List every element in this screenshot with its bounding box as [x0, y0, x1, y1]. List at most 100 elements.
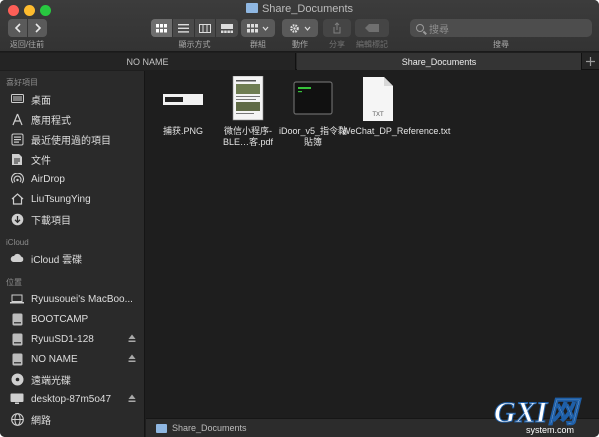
- gallery-icon: [221, 23, 234, 33]
- sidebar-item-ryuusd1[interactable]: RyuuSD1-128: [10, 330, 142, 348]
- locations-heading: 位置: [6, 278, 22, 287]
- sidebar-item-label: 網路: [31, 415, 51, 427]
- tab-bar: NO NAME Share_Documents: [0, 53, 599, 70]
- applications-icon: [10, 112, 24, 126]
- network-icon: [10, 412, 24, 426]
- chevron-right-icon: [34, 23, 41, 33]
- sidebar-item-desktop-87m5o47[interactable]: desktop-87m5o47: [10, 390, 142, 408]
- sidebar-item-airdrop[interactable]: AirDrop: [10, 170, 142, 188]
- sidebar-item-label: RyuuSD1-128: [31, 333, 94, 345]
- file-name: 微信小程序-BLE…客.pdf: [222, 126, 274, 147]
- sidebar-item-bootcamp[interactable]: BOOTCAMP: [10, 310, 142, 328]
- file-item[interactable]: 微信小程序-BLE…客.pdf: [212, 75, 284, 148]
- chevron-left-icon: [14, 23, 21, 33]
- home-icon: [10, 192, 24, 206]
- png-file-icon: [147, 76, 219, 122]
- file-item[interactable]: TXT WeChat_DP_Reference.txt: [342, 76, 451, 137]
- disk-icon: [10, 332, 24, 346]
- group-label: 群組: [250, 40, 266, 49]
- downloads-icon: [10, 212, 24, 226]
- gear-icon: [290, 23, 299, 33]
- terminal-file-icon: [277, 76, 349, 122]
- eject-icon[interactable]: [128, 334, 136, 343]
- sidebar-item-label: NO NAME: [31, 353, 78, 365]
- sidebar-item-downloads[interactable]: 下載項目: [10, 210, 142, 228]
- sidebar-item-label: Ryuusouei's MacBoo...: [31, 293, 133, 305]
- airdrop-icon: [10, 172, 24, 186]
- tags-label: 編輯標記: [356, 40, 388, 49]
- laptop-icon: [10, 292, 24, 306]
- chevron-down-icon: [262, 26, 269, 31]
- sidebar-item-documents[interactable]: 文件: [10, 150, 142, 168]
- sidebar-item-label: LiuTsungYing: [31, 193, 91, 205]
- chevron-down-icon: [304, 26, 311, 31]
- recents-icon: [10, 132, 24, 146]
- sidebar-item-no-name[interactable]: NO NAME: [10, 350, 142, 368]
- tab-share-documents[interactable]: Share_Documents: [297, 53, 581, 70]
- sidebar-item-desktop[interactable]: 桌面: [10, 90, 142, 108]
- sidebar-item-applications[interactable]: 應用程式: [10, 110, 142, 128]
- tab-no-name[interactable]: NO NAME: [0, 53, 296, 70]
- search-placeholder: 搜尋: [429, 24, 449, 36]
- file-item[interactable]: iDoor_v5_指令黏貼簿: [277, 76, 349, 148]
- sidebar-item-remote-disc[interactable]: 遠端光碟: [10, 370, 142, 388]
- sidebar-item-label: 下載項目: [31, 215, 71, 227]
- file-name: WeChat_DP_Reference.txt: [342, 126, 451, 136]
- plus-icon: [586, 57, 595, 66]
- share-label: 分享: [329, 40, 345, 49]
- sidebar-item-label: iCloud 雲碟: [31, 254, 83, 266]
- forward-button[interactable]: [28, 19, 47, 37]
- sidebar-item-label: 文件: [31, 155, 51, 167]
- sidebar-item-recents[interactable]: 最近使用過的項目: [10, 130, 142, 148]
- watermark-subtext: system.com: [526, 425, 574, 435]
- documents-icon: [10, 152, 24, 166]
- window-title: Share_Documents: [0, 3, 599, 15]
- sidebar-item-label: 遠端光碟: [31, 375, 71, 387]
- group-button[interactable]: [241, 19, 275, 37]
- icloud-heading: iCloud: [6, 238, 29, 247]
- folder-icon: [156, 423, 167, 433]
- watermark: GXI网 system.com: [488, 392, 598, 436]
- file-grid: 捕获.PNG 微信小程序-BLE…客.pdf iDoor_v5_指令黏貼簿 TX…: [146, 71, 599, 417]
- file-item[interactable]: 捕获.PNG: [147, 76, 219, 137]
- path-item[interactable]: Share_Documents: [172, 423, 247, 433]
- file-name: iDoor_v5_指令黏貼簿: [278, 126, 348, 147]
- list-icon: [177, 23, 189, 33]
- list-view-button[interactable]: [173, 19, 195, 37]
- action-label: 動作: [292, 40, 308, 49]
- disk-icon: [10, 312, 24, 326]
- new-tab-button[interactable]: [581, 53, 599, 70]
- sidebar-item-icloud-drive[interactable]: iCloud 雲碟: [10, 249, 142, 267]
- favorites-heading: 喜好項目: [6, 78, 38, 87]
- share-icon: [333, 22, 341, 34]
- sidebar-item-label: BOOTCAMP: [31, 313, 89, 325]
- tag-icon: [365, 24, 379, 32]
- column-view-button[interactable]: [195, 19, 217, 37]
- folder-icon: [245, 3, 258, 13]
- group-icon: [247, 23, 258, 32]
- eject-icon[interactable]: [128, 354, 136, 363]
- sidebar-item-home[interactable]: LiuTsungYing: [10, 190, 142, 208]
- finder-window: Share_Documents 返回/往前 顯示方式 群組 動作 分享 編輯標記…: [0, 0, 599, 437]
- file-name: 捕获.PNG: [162, 126, 203, 136]
- gallery-view-button[interactable]: [216, 19, 238, 37]
- monitor-icon: [10, 392, 24, 406]
- back-button[interactable]: [8, 19, 27, 37]
- txt-badge: TXT: [372, 112, 384, 118]
- sidebar-item-label: 最近使用過的項目: [31, 135, 111, 147]
- action-button[interactable]: [282, 19, 318, 37]
- sidebar-item-network[interactable]: 網路: [10, 410, 142, 428]
- edit-tags-button[interactable]: [355, 19, 389, 37]
- share-button[interactable]: [323, 19, 351, 37]
- sidebar-item-label: desktop-87m5o47: [31, 393, 112, 405]
- search-field[interactable]: 搜尋: [410, 19, 592, 37]
- disk-icon: [10, 352, 24, 366]
- view-mode-segmented-control[interactable]: [151, 19, 238, 37]
- search-icon: [416, 24, 424, 32]
- grid-icon: [155, 23, 167, 32]
- optical-disc-icon: [10, 372, 24, 386]
- search-label: 搜尋: [493, 40, 509, 49]
- eject-icon[interactable]: [128, 394, 136, 403]
- icon-view-button[interactable]: [151, 19, 173, 37]
- sidebar-item-macbook[interactable]: Ryuusouei's MacBoo...: [10, 290, 142, 308]
